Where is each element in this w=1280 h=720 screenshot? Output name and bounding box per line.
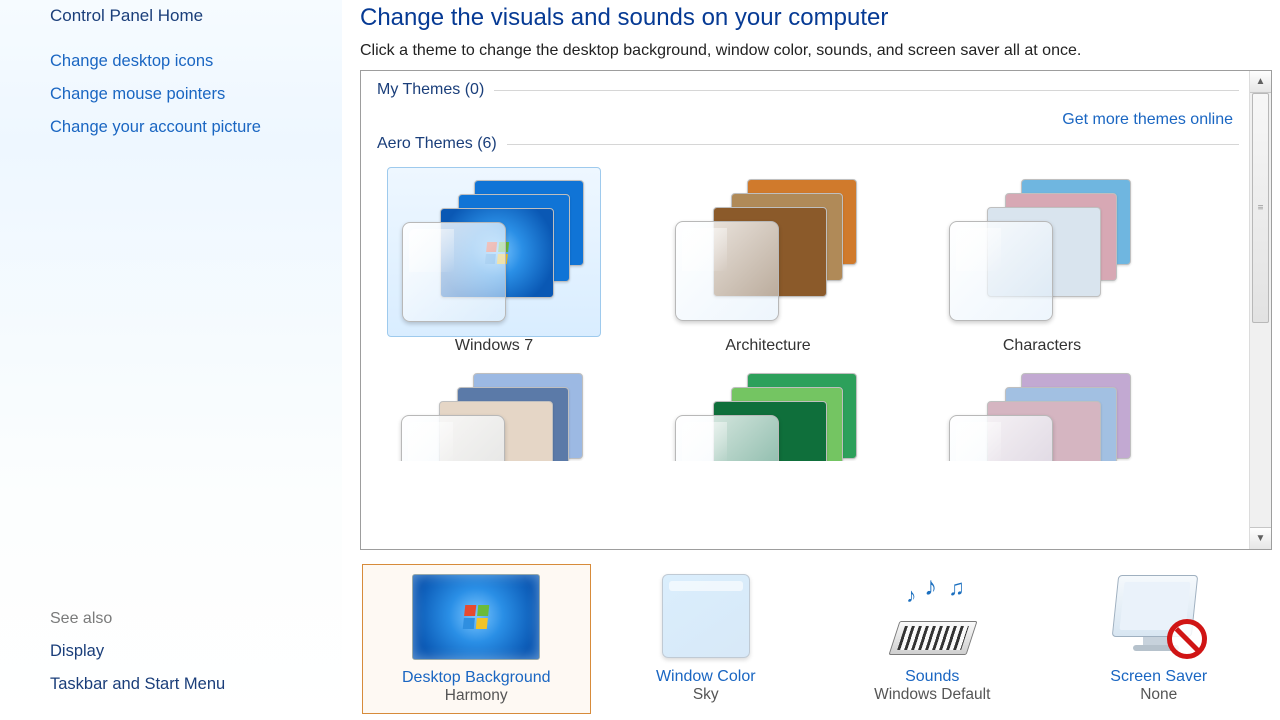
theme-item[interactable] [935,361,1149,461]
themes-frame: My Themes (0) Get more themes online Aer… [360,70,1272,550]
theme-item[interactable] [387,361,601,461]
main-content: Change the visuals and sounds on your co… [342,0,1280,720]
scrollbar[interactable]: ▲ ▼ [1249,71,1271,549]
scroll-up-button[interactable]: ▲ [1250,71,1271,93]
see-also-heading: See also [50,610,318,628]
setting-value: Windows Default [819,686,1046,704]
setting-label: Screen Saver [1046,668,1273,686]
sidebar-link-mouse-pointers[interactable]: Change mouse pointers [50,85,318,104]
get-more-themes-link[interactable]: Get more themes online [1062,111,1233,128]
theme-row [387,361,1239,461]
section-aero-themes-label: Aero Themes (6) [377,135,497,153]
scroll-thumb[interactable] [1252,93,1269,323]
theme-label: Characters [935,337,1149,355]
section-aero-themes: Aero Themes (6) [377,135,1239,153]
setting-screen-saver[interactable]: Screen Saver None [1046,562,1273,704]
setting-desktop-background[interactable]: Desktop Background Harmony [362,564,591,714]
page-subtitle: Click a theme to change the desktop back… [360,42,1272,60]
sidebar: Control Panel Home Change desktop icons … [0,0,342,720]
setting-value: Sky [593,686,820,704]
see-also-taskbar[interactable]: Taskbar and Start Menu [50,675,318,694]
screen-saver-icon [1095,572,1223,660]
see-also-display[interactable]: Display [50,642,318,661]
theme-row: Windows 7 Architecture Characters [387,167,1239,355]
control-panel-home[interactable]: Control Panel Home [50,6,318,26]
section-my-themes-label: My Themes (0) [377,81,484,99]
setting-label: Desktop Background [363,669,590,687]
setting-value: None [1046,686,1273,704]
setting-window-color[interactable]: Window Color Sky [593,562,820,704]
theme-label: Architecture [661,337,875,355]
sounds-icon: ♪♫♪ [868,572,996,660]
theme-item[interactable] [661,361,875,461]
theme-item[interactable]: Characters [935,167,1149,355]
theme-item[interactable]: Windows 7 [387,167,601,355]
setting-label: Window Color [593,668,820,686]
page-title: Change the visuals and sounds on your co… [360,4,1272,32]
setting-sounds[interactable]: ♪♫♪ Sounds Windows Default [819,562,1046,704]
theme-item[interactable]: Architecture [661,167,875,355]
scroll-down-button[interactable]: ▼ [1250,527,1271,549]
setting-value: Harmony [363,687,590,705]
desktop-background-icon [412,573,540,661]
settings-strip: Desktop Background Harmony Window Color … [360,562,1272,720]
sidebar-link-desktop-icons[interactable]: Change desktop icons [50,52,318,71]
setting-label: Sounds [819,668,1046,686]
personalization-panel: Control Panel Home Change desktop icons … [0,0,1280,720]
theme-label: Windows 7 [387,337,601,355]
themes-scroll-area: My Themes (0) Get more themes online Aer… [361,71,1249,549]
sidebar-link-account-picture[interactable]: Change your account picture [50,118,318,137]
section-my-themes: My Themes (0) [377,81,1239,99]
window-color-icon [642,572,770,660]
